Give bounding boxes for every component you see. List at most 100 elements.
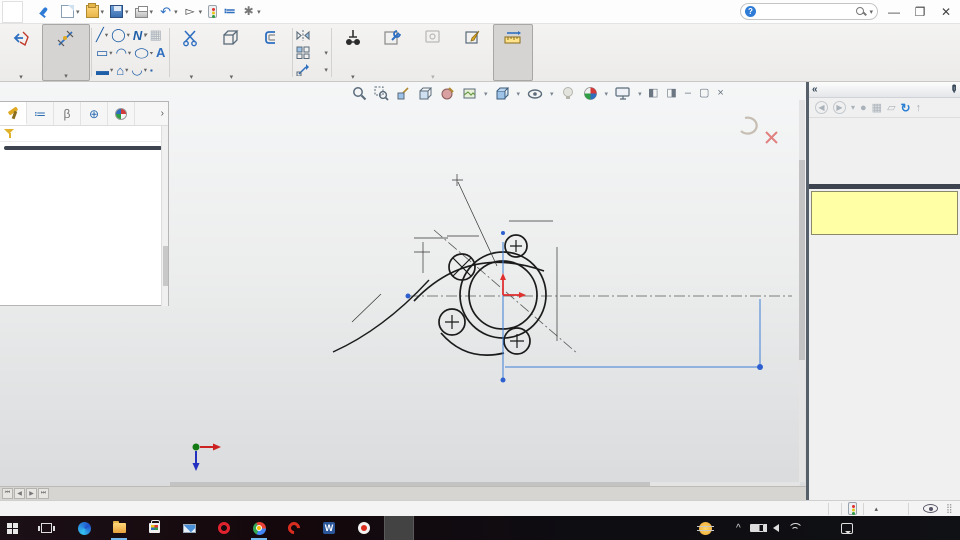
- tree-scrollbar[interactable]: [161, 126, 168, 306]
- doc-minimize-icon[interactable]: –: [685, 87, 691, 99]
- slot-tool[interactable]: ▬ ▾: [95, 62, 114, 78]
- options-button[interactable]: ✱ ▾: [240, 4, 263, 19]
- scrollbar-thumb[interactable]: [799, 160, 805, 360]
- linear-sketch-pattern-button[interactable]: ▾: [296, 45, 328, 60]
- new-document-button[interactable]: ▾: [59, 4, 82, 19]
- hide-show-items-icon[interactable]: [527, 86, 543, 101]
- action-center-icon[interactable]: [840, 522, 853, 534]
- history-caret-icon[interactable]: ▾: [851, 103, 855, 112]
- task-view-button[interactable]: [34, 516, 58, 540]
- canvas-vertical-scrollbar[interactable]: [799, 100, 805, 482]
- sketch-3d-tool[interactable]: ▦: [149, 27, 163, 43]
- view-settings-icon[interactable]: [561, 86, 576, 101]
- pane-left-icon[interactable]: ◧: [648, 86, 658, 99]
- last-tab-icon[interactable]: ⏭: [38, 488, 49, 499]
- file-properties-button[interactable]: ≔: [221, 4, 238, 19]
- select-button[interactable]: ▻ ▾: [182, 4, 205, 19]
- pane-splitter-bar[interactable]: [809, 184, 960, 189]
- search-box[interactable]: ? ▾: [740, 3, 878, 20]
- fillet-tool[interactable]: ◡ ▾: [130, 62, 148, 78]
- prev-tab-icon[interactable]: ◀: [14, 488, 25, 499]
- tree-filter-row[interactable]: [0, 126, 168, 142]
- print-button[interactable]: ▾: [133, 5, 156, 19]
- open-button[interactable]: ▾: [84, 3, 107, 19]
- text-tool[interactable]: A: [155, 45, 166, 61]
- battery-icon[interactable]: [749, 524, 766, 532]
- doc-restore-icon[interactable]: ▢: [699, 86, 709, 99]
- close-icon[interactable]: ✕: [938, 5, 954, 19]
- rollback-bar[interactable]: [4, 146, 162, 150]
- ellipse-tool[interactable]: ◯ ▾: [133, 47, 154, 59]
- dropdown-caret[interactable]: ▾: [605, 90, 609, 98]
- line-tool[interactable]: ╱ ▾: [95, 27, 109, 43]
- tab-dimxpert-manager[interactable]: ⊕: [81, 102, 108, 125]
- polygon-tool[interactable]: ⌂ ▾: [115, 62, 129, 78]
- circle-tool[interactable]: ◯ ▾: [110, 27, 131, 43]
- next-tab-icon[interactable]: ▶: [26, 488, 37, 499]
- doc-close-icon[interactable]: ×: [717, 87, 723, 99]
- dropdown-caret[interactable]: ▾: [484, 90, 488, 98]
- first-tab-icon[interactable]: ⏮: [2, 488, 13, 499]
- edge-button[interactable]: [72, 516, 96, 540]
- offset-entities-button[interactable]: [251, 24, 291, 81]
- endpoint-dot[interactable]: [757, 364, 763, 370]
- store-button[interactable]: [142, 516, 166, 540]
- opera-button[interactable]: [212, 516, 236, 540]
- appearance-sphere-icon[interactable]: [583, 86, 598, 101]
- undo-button[interactable]: ↶ ▾: [157, 4, 180, 19]
- arc-tool[interactable]: ◠ ▾: [115, 45, 133, 61]
- word-button[interactable]: W: [317, 516, 341, 540]
- tab-feature-manager[interactable]: [0, 102, 27, 125]
- mirror-entities-button[interactable]: [296, 28, 328, 43]
- start-button[interactable]: [0, 516, 24, 540]
- instant2d-button[interactable]: [492, 24, 533, 81]
- pin-menu-icon[interactable]: [37, 6, 49, 18]
- smart-dimension-button[interactable]: ▾: [42, 24, 90, 81]
- spline-tool[interactable]: N ▾: [132, 27, 148, 43]
- restore-icon[interactable]: ❐: [912, 5, 928, 19]
- acrobat-button[interactable]: [282, 516, 306, 540]
- endpoint-dot[interactable]: [405, 293, 411, 299]
- dropdown-caret[interactable]: ▾: [517, 90, 521, 98]
- tab-property-manager[interactable]: ≔: [27, 102, 54, 125]
- endpoint-dot[interactable]: [501, 231, 505, 235]
- tab-display-manager[interactable]: [108, 102, 135, 125]
- save-button[interactable]: ▾: [108, 4, 131, 19]
- mail-button[interactable]: [177, 516, 201, 540]
- point-tool[interactable]: ▪: [149, 62, 154, 78]
- quick-snaps-button[interactable]: ▾: [413, 24, 453, 81]
- wifi-icon[interactable]: [788, 523, 801, 533]
- collapse-chevrons-icon[interactable]: «: [812, 84, 818, 95]
- dropdown-caret[interactable]: ▾: [550, 90, 554, 98]
- tab-configuration-manager[interactable]: β: [54, 102, 81, 125]
- edrawings-button[interactable]: [352, 516, 376, 540]
- tray-chevron-icon[interactable]: ^: [736, 523, 741, 534]
- convert-entities-button[interactable]: ▾: [211, 24, 251, 81]
- minimize-icon[interactable]: —: [886, 5, 902, 19]
- units-caret[interactable]: ▴: [874, 505, 878, 513]
- display-delete-relations-button[interactable]: ▾: [333, 24, 373, 81]
- dropdown-caret[interactable]: ▾: [638, 90, 642, 98]
- solidworks-taskbar-button[interactable]: [384, 516, 414, 540]
- search-input[interactable]: [759, 6, 854, 17]
- selected-dimension-lines[interactable]: [502, 242, 761, 380]
- visibility-eye-icon[interactable]: [923, 504, 938, 513]
- exit-sketch-button[interactable]: ▾: [0, 24, 42, 81]
- pane-right-icon[interactable]: ◨: [666, 86, 676, 99]
- rebuild-button[interactable]: [206, 4, 219, 19]
- move-entities-button[interactable]: ▾: [296, 62, 328, 77]
- file-explorer-button[interactable]: [107, 516, 131, 540]
- view-display-monitor-icon[interactable]: [615, 86, 631, 101]
- endpoint-dot[interactable]: [500, 377, 506, 383]
- chrome-button[interactable]: [247, 516, 271, 540]
- speaker-icon[interactable]: [763, 524, 779, 532]
- back-icon[interactable]: ◀: [815, 101, 828, 114]
- scrollbar-thumb[interactable]: [163, 246, 168, 286]
- rectangle-tool[interactable]: ▭ ▾: [95, 45, 114, 61]
- display-style-icon[interactable]: [495, 86, 510, 101]
- pin-icon[interactable]: ✎: [946, 83, 960, 97]
- weather-widget[interactable]: [697, 521, 722, 535]
- task-pane-header[interactable]: « ✎: [809, 82, 960, 98]
- forward-icon[interactable]: ▶: [833, 101, 846, 114]
- panel-expand-arrow[interactable]: ›: [161, 108, 168, 119]
